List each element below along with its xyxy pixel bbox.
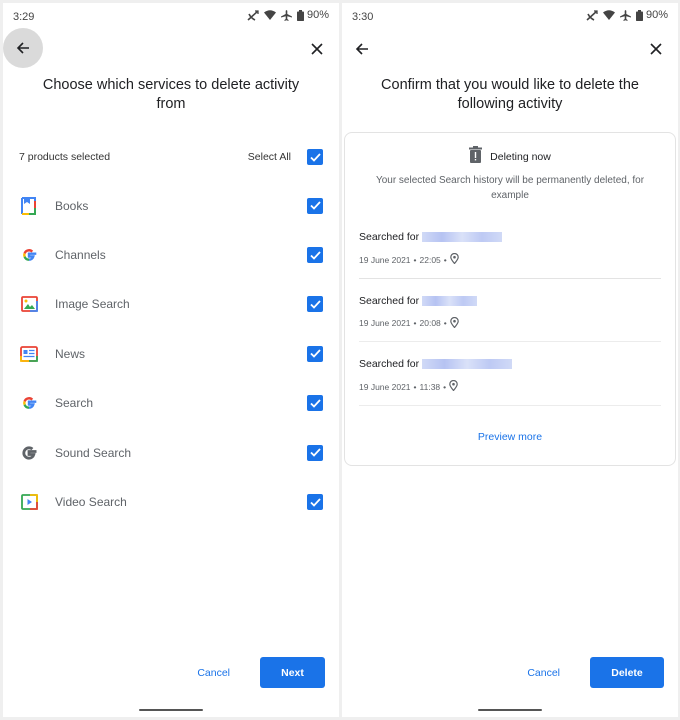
product-item-image-search[interactable]: Image Search	[19, 280, 323, 329]
product-checkbox[interactable]	[307, 444, 323, 461]
status-bar: 3:29 90%	[3, 3, 339, 31]
google-news-icon	[19, 344, 39, 364]
deletion-preview-card: Deleting now Your selected Search histor…	[344, 132, 676, 466]
selected-count: 7 products selected	[19, 151, 111, 163]
activity-item: Searched for 19 June 2021 • 11:38 •	[359, 342, 661, 406]
back-button[interactable]	[344, 31, 380, 67]
select-all-checkbox[interactable]	[307, 149, 323, 165]
product-label: News	[55, 346, 86, 361]
product-item-video-search[interactable]: Video Search	[19, 477, 323, 526]
no-call-icon	[586, 9, 598, 21]
cancel-button[interactable]: Cancel	[191, 659, 236, 687]
page-title: Choose which services to delete activity…	[42, 77, 300, 112]
select-all-label: Select All	[247, 151, 291, 163]
product-checkbox[interactable]	[307, 247, 323, 264]
product-label: Search	[55, 396, 94, 411]
product-checkbox[interactable]	[307, 296, 323, 313]
activity-prefix: Searched for	[359, 294, 420, 307]
activity-item: Searched for 19 June 2021 • 22:05 •	[359, 215, 661, 279]
google-g-icon	[19, 245, 39, 265]
product-label: Sound Search	[55, 445, 132, 460]
product-label: Video Search	[55, 495, 127, 510]
home-indicator[interactable]	[478, 709, 542, 711]
arrow-left-icon	[16, 42, 29, 54]
google-g-grey-icon	[19, 443, 39, 463]
redacted-query	[422, 359, 513, 369]
card-description: Your selected Search history will be per…	[375, 175, 645, 201]
airplane-icon	[619, 9, 631, 21]
battery-percent: 90%	[306, 9, 329, 21]
product-label: Channels	[55, 248, 106, 263]
checkmark-icon	[309, 201, 321, 210]
close-button[interactable]	[638, 31, 674, 67]
battery-percent: 90%	[645, 9, 668, 21]
product-list: Books Channels Image Search News Search …	[19, 181, 323, 527]
back-button[interactable]	[3, 28, 43, 68]
google-play-books-icon	[19, 196, 39, 216]
airplane-icon	[280, 9, 292, 21]
checkmark-icon	[309, 300, 321, 309]
card-heading: Deleting now	[490, 151, 551, 163]
close-icon	[311, 43, 323, 55]
next-button[interactable]: Next	[260, 657, 325, 688]
battery-icon	[296, 9, 304, 21]
product-label: Books	[55, 198, 89, 213]
product-checkbox[interactable]	[307, 494, 323, 511]
product-checkbox[interactable]	[307, 197, 323, 214]
activity-time: 20:08	[419, 318, 441, 328]
product-selection-screen: 3:29 90% Choose which services to delete…	[3, 3, 339, 717]
location-pin-icon	[449, 316, 459, 330]
checkmark-icon	[309, 152, 321, 162]
location-pin-icon	[449, 252, 459, 266]
home-indicator[interactable]	[139, 709, 203, 711]
trash-icon	[469, 146, 483, 168]
checkmark-icon	[309, 349, 321, 359]
image-search-icon	[19, 294, 39, 314]
dialog-footer: Cancel Delete	[521, 657, 664, 688]
delete-button[interactable]: Delete	[590, 657, 664, 688]
redacted-query	[422, 295, 478, 306]
activity-date: 19 June 2021	[359, 318, 411, 328]
activity-time: 11:38	[419, 381, 441, 392]
product-label: Image Search	[55, 297, 130, 312]
checkmark-icon	[309, 448, 321, 457]
activity-time: 22:05	[419, 254, 441, 265]
redacted-query	[422, 232, 503, 242]
activity-date: 19 June 2021	[359, 381, 411, 392]
product-item-channels[interactable]: Channels	[19, 230, 323, 279]
close-button[interactable]	[299, 31, 335, 67]
wifi-icon	[263, 10, 276, 20]
confirm-deletion-screen: 3:30 90% Confirm that you would like to …	[342, 3, 678, 717]
video-search-icon	[19, 492, 39, 512]
close-icon	[650, 43, 662, 55]
status-time: 3:29	[13, 11, 35, 23]
product-checkbox[interactable]	[307, 345, 323, 362]
wifi-icon	[602, 10, 615, 20]
activity-date: 19 June 2021	[359, 254, 411, 265]
product-checkbox[interactable]	[307, 395, 323, 412]
activity-prefix: Searched for	[359, 231, 420, 243]
select-all-row: 7 products selected Select All	[19, 145, 323, 169]
cancel-button[interactable]: Cancel	[521, 659, 566, 687]
battery-icon	[635, 9, 643, 21]
location-pin-icon	[449, 379, 458, 393]
product-item-sound-search[interactable]: Sound Search	[19, 428, 323, 477]
product-item-search[interactable]: Search	[19, 379, 323, 428]
product-item-news[interactable]: News	[19, 329, 323, 378]
activity-item: Searched for 19 June 2021 • 20:08 •	[359, 279, 661, 342]
dialog-footer: Cancel Next	[191, 657, 325, 688]
checkmark-icon	[309, 250, 321, 260]
status-time: 3:30	[352, 11, 374, 23]
no-call-icon	[247, 9, 259, 21]
status-bar: 3:30 90%	[342, 3, 678, 31]
product-item-books[interactable]: Books	[19, 181, 323, 230]
checkmark-icon	[309, 497, 321, 507]
preview-more-link[interactable]: Preview more	[345, 431, 675, 443]
activity-list: Searched for 19 June 2021 • 22:05 • Sear…	[359, 215, 661, 406]
arrow-left-icon	[355, 43, 368, 55]
activity-prefix: Searched for	[359, 358, 420, 370]
page-title: Confirm that you would like to delete th…	[381, 77, 639, 112]
checkmark-icon	[309, 399, 321, 408]
google-g-icon	[19, 393, 39, 413]
